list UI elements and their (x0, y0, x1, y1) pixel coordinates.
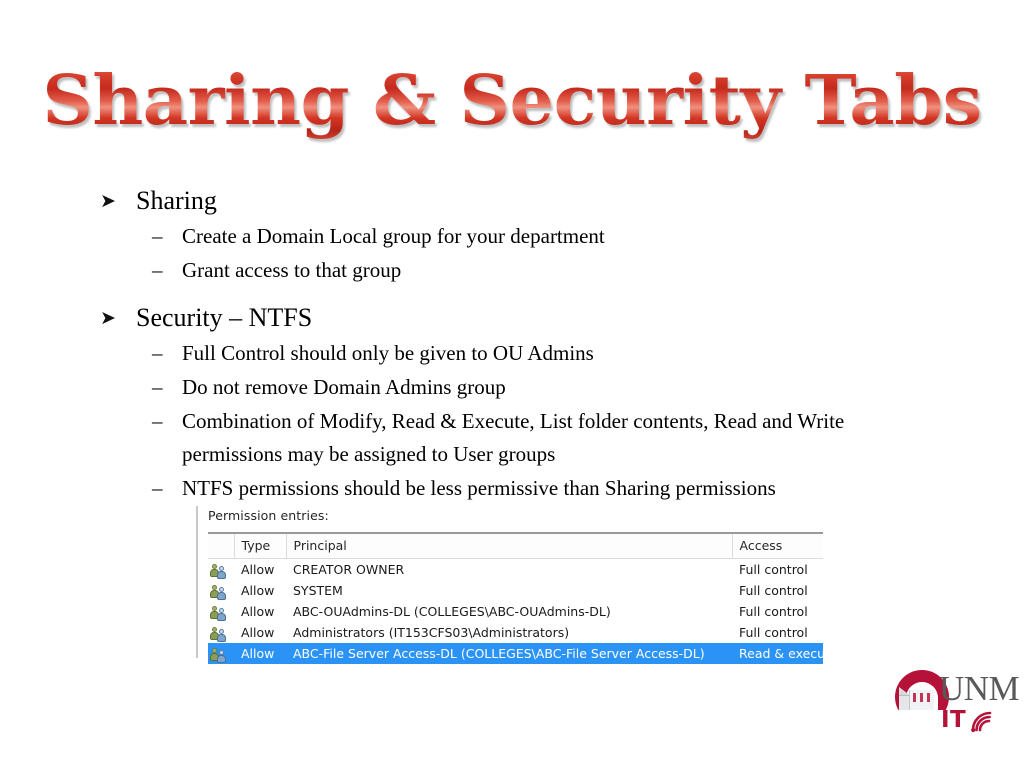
unm-it-sub: IT (941, 707, 967, 733)
column-header-principal[interactable]: Principal (286, 532, 733, 559)
table-row[interactable]: Allow SYSTEM Full control (208, 580, 823, 601)
row-type: Allow (241, 625, 275, 640)
row-access: Full control (739, 625, 808, 640)
permission-entries-label: Permission entries: (208, 508, 329, 523)
bullet-level2-label: Grant access to that group (182, 258, 402, 282)
row-access: Full control (739, 604, 808, 619)
adobe-building-icon (899, 687, 939, 710)
row-access: Full control (739, 562, 808, 577)
bullet-level2-label: Create a Domain Local group for your dep… (182, 224, 605, 248)
bullet-level2-label: Combination of Modify, Read & Execute, L… (182, 409, 845, 466)
dash-bullet-icon: – (152, 375, 163, 399)
row-principal: ABC-OUAdmins-DL (COLLEGES\ABC-OUAdmins-D… (293, 604, 611, 619)
dialog-edge-divider (196, 506, 198, 658)
row-type: Allow (241, 562, 275, 577)
column-header-type[interactable]: Type (234, 532, 287, 559)
row-principal: CREATOR OWNER (293, 562, 405, 577)
group-icon (210, 584, 227, 600)
group-icon (210, 563, 227, 579)
group-icon (210, 647, 227, 663)
row-group-icon-cell (208, 643, 234, 664)
bullet-level2-label: Do not remove Domain Admins group (182, 375, 506, 399)
unm-it-logo: UNM IT (893, 666, 1020, 748)
column-header-access[interactable]: Access (732, 532, 823, 559)
row-access: Read & execute (732, 643, 823, 664)
row-principal: SYSTEM (293, 583, 343, 598)
group-icon (210, 626, 227, 642)
table-row[interactable]: Allow CREATOR OWNER Full control (208, 559, 823, 581)
row-principal: ABC-File Server Access-DL (COLLEGES\ABC-… (286, 643, 732, 664)
bullet-level2: – Combination of Modify, Read & Execute,… (152, 405, 960, 471)
page-title: Sharing & Security Tabs (0, 62, 1024, 140)
row-type: Allow (241, 604, 275, 619)
page-title-text: Sharing & Security Tabs (42, 61, 982, 141)
bullet-level1-label: Security – NTFS (136, 303, 313, 332)
row-access: Full control (739, 583, 808, 598)
bullet-level1: ➤ Security – NTFS (100, 301, 960, 335)
row-group-icon-cell (208, 601, 234, 622)
table-row-selected[interactable]: Allow ABC-File Server Access-DL (COLLEGE… (208, 643, 823, 664)
wifi-fan-icon (971, 711, 992, 733)
table-header-row: Type Principal Access (208, 532, 823, 559)
permission-entries-table[interactable]: Type Principal Access Allow CREATOR OWNE… (208, 532, 823, 664)
bullet-list: ➤ Sharing – Create a Domain Local group … (100, 184, 960, 506)
row-principal: Administrators (IT153CFS03\Administrator… (293, 625, 570, 640)
arrow-bullet-icon: ➤ (100, 307, 116, 329)
bullet-level2-label: Full Control should only be given to OU … (182, 341, 594, 365)
arrow-bullet-icon: ➤ (100, 190, 116, 212)
bullet-level2: – Full Control should only be given to O… (152, 337, 960, 370)
bullet-level2-label: NTFS permissions should be less permissi… (182, 476, 776, 500)
unm-wordmark: UNM (939, 669, 1020, 708)
row-group-icon-cell (208, 580, 234, 601)
bullet-level2: – Create a Domain Local group for your d… (152, 220, 960, 253)
row-group-icon-cell (208, 559, 234, 581)
dash-bullet-icon: – (152, 258, 163, 282)
bullet-level1-label: Sharing (136, 186, 217, 215)
bullet-level2: – NTFS permissions should be less permis… (152, 472, 960, 505)
row-group-icon-cell (208, 622, 234, 643)
dash-bullet-icon: – (152, 224, 163, 248)
row-type: Allow (241, 583, 275, 598)
table-row[interactable]: Allow ABC-OUAdmins-DL (COLLEGES\ABC-OUAd… (208, 601, 823, 622)
bullet-level2: – Grant access to that group (152, 254, 960, 287)
column-header-icon[interactable] (208, 532, 235, 559)
dash-bullet-icon: – (152, 341, 163, 365)
row-type: Allow (234, 643, 286, 664)
dash-bullet-icon: – (152, 476, 163, 500)
table-row[interactable]: Allow Administrators (IT153CFS03\Adminis… (208, 622, 823, 643)
bullet-level2: – Do not remove Domain Admins group (152, 371, 960, 404)
bullet-level1: ➤ Sharing (100, 184, 960, 218)
dash-bullet-icon: – (152, 409, 163, 433)
group-icon (210, 605, 227, 621)
